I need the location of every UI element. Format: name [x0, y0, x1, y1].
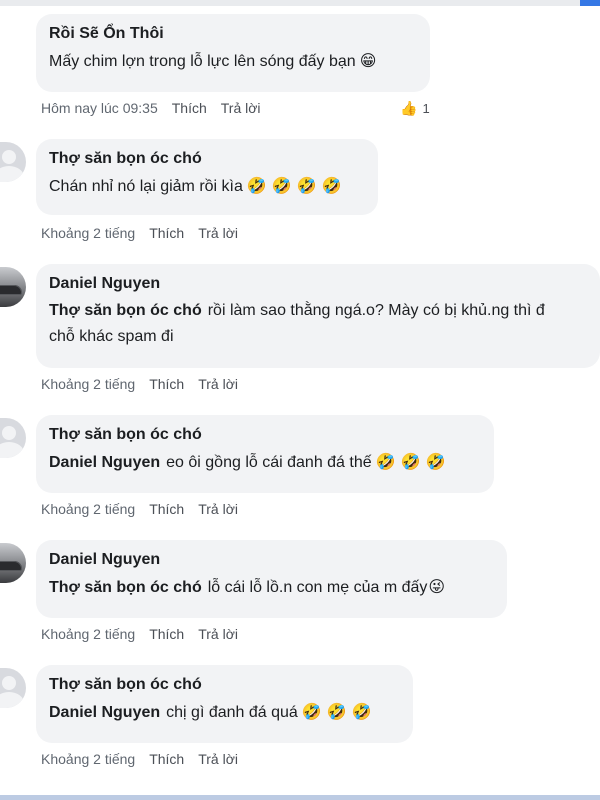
comment-body: Chán nhỉ nó lại giảm rồi kìa	[49, 178, 243, 195]
avatar-car-shape	[0, 285, 22, 295]
comment-bubble: Thợ săn bọn óc chó Chán nhỉ nó lại giảm …	[36, 139, 378, 215]
comment-text-line2: chỗ khác spam đi	[49, 328, 174, 345]
emoji: 🤣 🤣 🤣 🤣	[246, 176, 342, 195]
reply-link[interactable]: Trả lời	[198, 751, 238, 767]
comment-body: rồi làm sao thằng ngá.o? Mày có bị khủ.n…	[207, 302, 545, 319]
emoji: 🤣 🤣 🤣	[375, 452, 446, 471]
comment-text: Mấy chim lợn trong lỗ lực lên sóng đấy b…	[49, 48, 416, 75]
avatar-shoulders	[0, 692, 24, 708]
mention-tag[interactable]: Thợ săn bọn óc chó	[49, 302, 202, 319]
comment-text: Thợ săn bọn óc chó lỗ cái lỗ lồ.n con mẹ …	[49, 574, 493, 601]
comment-timestamp[interactable]: Khoảng 2 tiếng	[41, 751, 135, 767]
avatar-shoulders	[0, 166, 24, 182]
emoji: 😁	[359, 51, 377, 70]
comment-body: lỗ cái lỗ lồ.n con mẹ của m đấy	[207, 579, 428, 596]
reply-link[interactable]: Trả lời	[198, 225, 238, 241]
comment-timestamp[interactable]: Khoảng 2 tiếng	[41, 225, 135, 241]
like-link[interactable]: Thích	[149, 225, 184, 241]
reply-link[interactable]: Trả lời	[198, 501, 238, 517]
like-link[interactable]: Thích	[149, 751, 184, 767]
bottom-scroll-strip	[0, 795, 600, 800]
avatar-head	[2, 426, 16, 440]
comment-bubble: Rồi Sẽ Ổn Thôi Mấy chim lợn trong lỗ lực…	[36, 14, 430, 92]
comment-meta: Khoảng 2 tiếng Thích Trả lời	[41, 376, 252, 392]
top-toolbar-strip	[0, 0, 600, 6]
avatar[interactable]	[0, 418, 26, 458]
comment-bubble: Daniel Nguyen Thợ săn bọn óc chó lỗ cái l…	[36, 540, 507, 618]
comment-meta: Khoảng 2 tiếng Thích Trả lời	[41, 501, 252, 517]
mention-tag[interactable]: Thợ săn bọn óc chó	[49, 579, 202, 596]
comment-bubble: Thợ săn bọn óc chó Daniel Nguyen chị gì đ…	[36, 665, 413, 743]
comment-body: Mấy chim lợn trong lỗ lực lên sóng đấy b…	[49, 53, 356, 70]
comment-author[interactable]: Rồi Sẽ Ổn Thôi	[49, 24, 416, 44]
avatar-car-shape	[0, 561, 22, 571]
avatar-shoulders	[0, 442, 24, 458]
like-link[interactable]: Thích	[172, 100, 207, 116]
reaction-count-value: 1	[422, 101, 430, 116]
comment-author[interactable]: Thợ săn bọn óc chó	[49, 675, 399, 695]
comment-timestamp[interactable]: Khoảng 2 tiếng	[41, 626, 135, 642]
comment-body: eo ôi gồng lỗ cái đanh đá thế	[166, 454, 372, 471]
comment-bubble: Daniel Nguyen Thợ săn bọn óc chó rồi làm …	[36, 264, 600, 368]
comment-author[interactable]: Thợ săn bọn óc chó	[49, 149, 364, 169]
comment-timestamp[interactable]: Hôm nay lúc 09:35	[41, 100, 158, 116]
avatar[interactable]	[0, 142, 26, 182]
avatar-head	[2, 676, 16, 690]
avatar[interactable]	[0, 668, 26, 708]
comment-author[interactable]: Thợ săn bọn óc chó	[49, 425, 480, 445]
emoji: 😜	[428, 577, 446, 596]
like-link[interactable]: Thích	[149, 376, 184, 392]
comment-meta: Khoảng 2 tiếng Thích Trả lời	[41, 626, 252, 642]
comment-text: Daniel Nguyen eo ôi gồng lỗ cái đanh đá t…	[49, 449, 480, 476]
comment-text: Chán nhỉ nó lại giảm rồi kìa 🤣 🤣 🤣 🤣	[49, 173, 364, 200]
mention-tag[interactable]: Daniel Nguyen	[49, 704, 160, 721]
toolbar-accent	[580, 0, 600, 6]
comment-meta: Khoảng 2 tiếng Thích Trả lời	[41, 225, 252, 241]
reply-link[interactable]: Trả lời	[198, 626, 238, 642]
mention-tag[interactable]: Daniel Nguyen	[49, 454, 160, 471]
comment-text: Thợ săn bọn óc chó rồi làm sao thằng ngá.…	[49, 298, 586, 324]
comment-author[interactable]: Daniel Nguyen	[49, 550, 493, 570]
reaction-count[interactable]: 👍 1	[400, 100, 430, 117]
comment-meta: Hôm nay lúc 09:35 Thích Trả lời	[41, 100, 275, 116]
comment-timestamp[interactable]: Khoảng 2 tiếng	[41, 501, 135, 517]
avatar[interactable]	[0, 543, 26, 583]
comment-bubble: Thợ săn bọn óc chó Daniel Nguyen eo ôi gồ…	[36, 415, 494, 493]
comment-author[interactable]: Daniel Nguyen	[49, 274, 586, 294]
comment-meta: Khoảng 2 tiếng Thích Trả lời	[41, 751, 252, 767]
emoji: 🤣 🤣 🤣	[301, 702, 372, 721]
like-link[interactable]: Thích	[149, 626, 184, 642]
like-link[interactable]: Thích	[149, 501, 184, 517]
reply-link[interactable]: Trả lời	[198, 376, 238, 392]
comment-body: chị gì đanh đá quá	[166, 704, 298, 721]
thumbs-up-icon: 👍	[400, 100, 418, 116]
comment-timestamp[interactable]: Khoảng 2 tiếng	[41, 376, 135, 392]
avatar-head	[2, 150, 16, 164]
comment-text: Daniel Nguyen chị gì đanh đá quá 🤣 🤣 🤣	[49, 699, 399, 726]
reply-link[interactable]: Trả lời	[221, 100, 261, 116]
avatar[interactable]	[0, 267, 26, 307]
